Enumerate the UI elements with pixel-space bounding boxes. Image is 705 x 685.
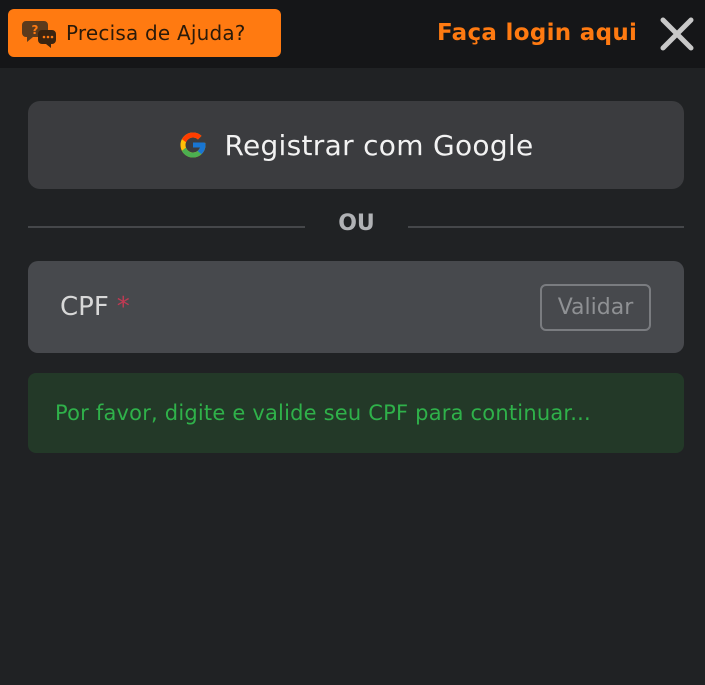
register-google-button[interactable]: Registrar com Google (28, 101, 684, 189)
divider-line-left (28, 226, 305, 228)
help-button[interactable]: ? Precisa de Ajuda? (8, 9, 281, 57)
cpf-label: CPF * (60, 292, 130, 322)
chat-help-icon: ? (22, 18, 58, 48)
google-icon (178, 130, 208, 160)
or-divider: OU (28, 205, 684, 245)
divider-line-right (408, 226, 684, 228)
divider-text: OU (338, 211, 375, 236)
validate-button[interactable]: Validar (540, 284, 651, 331)
cpf-input[interactable]: CPF * Validar (28, 261, 684, 353)
required-mark: * (116, 292, 130, 322)
login-link[interactable]: Faça login aqui (437, 17, 637, 49)
close-icon (660, 17, 694, 51)
validation-notice: Por favor, digite e valide seu CPF para … (28, 373, 684, 453)
help-button-label: Precisa de Ajuda? (66, 21, 246, 45)
top-bar: ? Precisa de Ajuda? Faça login aqui (0, 0, 705, 68)
close-button[interactable] (657, 14, 697, 54)
register-google-label: Registrar com Google (224, 128, 534, 162)
svg-text:?: ? (32, 23, 39, 37)
cpf-label-text: CPF (60, 292, 109, 322)
